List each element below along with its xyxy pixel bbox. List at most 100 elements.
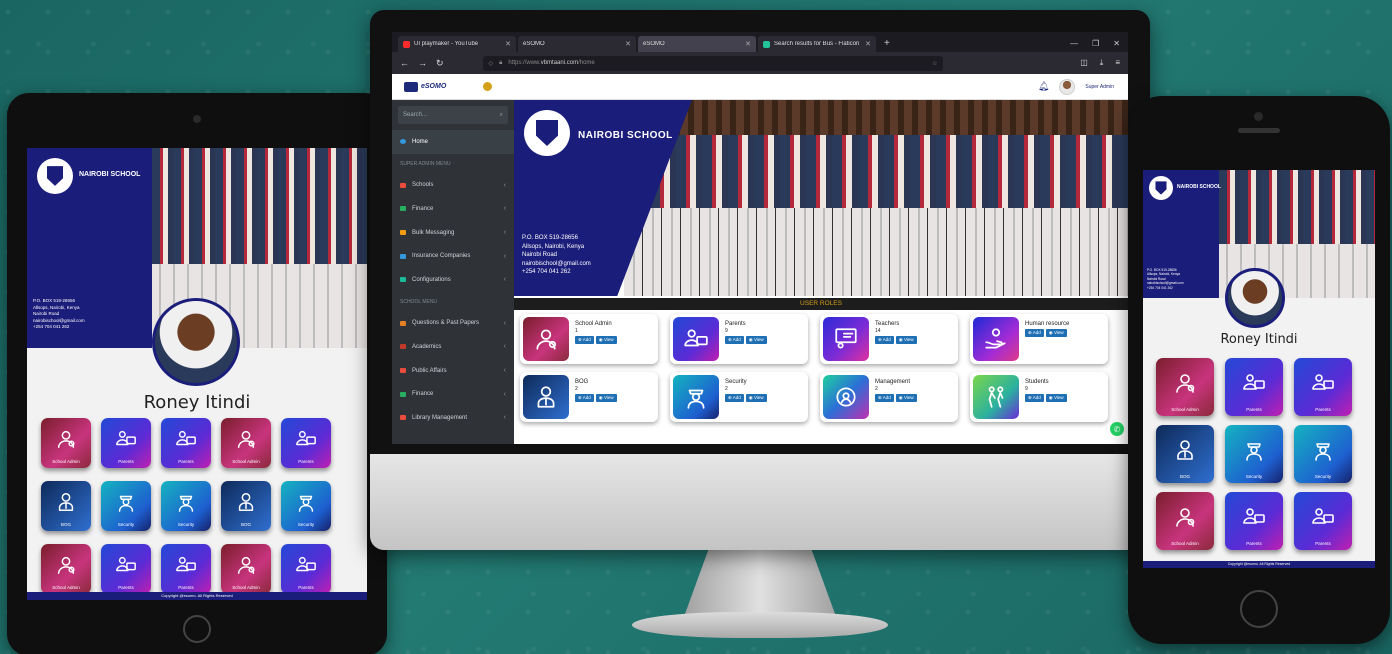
student-avatar[interactable] xyxy=(1225,268,1285,328)
role-tile-parents[interactable]: Parents xyxy=(101,544,151,594)
add-button[interactable]: ⊕ Add xyxy=(875,394,894,402)
sidebar-item-finance[interactable]: Finance ‹ xyxy=(392,197,514,221)
add-button[interactable]: ⊕ Add xyxy=(1025,329,1044,337)
add-button[interactable]: ⊕ Add xyxy=(725,336,744,344)
whatsapp-icon[interactable]: ✆ xyxy=(1110,422,1124,436)
add-button[interactable]: ⊕ Add xyxy=(575,336,594,344)
add-button[interactable]: ⊕ Add xyxy=(875,336,894,344)
role-tile-security[interactable]: Security xyxy=(101,481,151,531)
phone-home-button[interactable] xyxy=(1240,590,1278,628)
close-window-icon[interactable]: ✕ xyxy=(1113,36,1120,52)
role-tile-parents[interactable]: Parents xyxy=(1294,358,1352,416)
role-card-bog[interactable]: BOG 2 ⊕ Add ◉ View xyxy=(520,372,658,422)
view-button[interactable]: ◉ View xyxy=(595,394,617,402)
role-tile-security[interactable]: Security xyxy=(1225,425,1283,483)
chevron-left-icon: ‹ xyxy=(503,319,506,327)
reload-icon[interactable]: ↻ xyxy=(436,58,444,69)
role-tile-bog[interactable]: BOG xyxy=(221,481,271,531)
role-tile-parents[interactable]: Parents xyxy=(281,418,331,468)
user-avatar[interactable] xyxy=(1059,78,1076,95)
student-avatar[interactable] xyxy=(152,298,240,386)
download-icon[interactable]: ⤓ xyxy=(1100,58,1104,68)
tile-label: School Admin xyxy=(1171,407,1199,412)
role-card-parents[interactable]: Parents 9 ⊕ Add ◉ View xyxy=(670,314,808,364)
pocket-icon[interactable]: ◫ xyxy=(1080,58,1088,68)
sidebar-item-questions-past-papers[interactable]: Questions & Past Papers ‹ xyxy=(392,312,514,336)
role-card-school-admin[interactable]: School Admin 1 ⊕ Add ◉ View xyxy=(520,314,658,364)
role-tile-bog[interactable]: BOG xyxy=(41,481,91,531)
role-tile-parents[interactable]: Parents xyxy=(281,544,331,594)
school-contact: P.O. BOX 519-28656 Allsops, Nairobi, Ken… xyxy=(33,298,85,331)
sidebar-search-input[interactable]: Search... ⌕ xyxy=(398,106,508,124)
back-icon[interactable]: ← xyxy=(400,58,409,68)
sidebar-item-configurations[interactable]: Configurations ‹ xyxy=(392,268,514,292)
role-card-human-resource[interactable]: Human resource ⊕ Add ◉ View xyxy=(970,314,1108,364)
maximize-icon[interactable]: ❐ xyxy=(1092,36,1099,52)
sidebar-toggle-icon[interactable] xyxy=(483,82,493,91)
browser-tab-youtube[interactable]: UI playmaker - YouTube ✕ xyxy=(398,36,516,52)
minimize-icon[interactable]: — xyxy=(1070,36,1078,52)
browser-tab-esomo[interactable]: eSOMO ✕ xyxy=(518,36,636,52)
tablet-home-button[interactable] xyxy=(183,615,211,643)
address-bar[interactable]: ◇ 🔒︎ https://www.vbmtaani.com/home ☆ xyxy=(482,55,943,71)
role-tile-parents[interactable]: Parents xyxy=(1225,492,1283,550)
browser-tab-esomo-active[interactable]: eSOMO ✕ xyxy=(638,36,756,52)
role-info: Students 9 ⊕ Add ◉ View xyxy=(1025,375,1067,419)
new-tab-button[interactable]: + xyxy=(878,36,896,52)
role-card-teachers[interactable]: Teachers 14 ⊕ Add ◉ View xyxy=(820,314,958,364)
view-button[interactable]: ◉ View xyxy=(595,336,617,344)
role-tile-parents[interactable]: Parents xyxy=(161,544,211,594)
user-roles-grid: School Admin 1 ⊕ Add ◉ View Parents 9 ⊕ … xyxy=(514,314,1128,422)
browser-tab-flaticon[interactable]: Search results for Bus - Flaticon ✕ xyxy=(758,36,876,52)
close-tab-icon[interactable]: ✕ xyxy=(505,40,511,48)
role-tile-security[interactable]: Security xyxy=(1294,425,1352,483)
view-button[interactable]: ◉ View xyxy=(1045,394,1067,402)
view-button[interactable]: ◉ View xyxy=(1045,329,1067,337)
search-placeholder: Search... xyxy=(403,112,428,118)
bookmark-star-icon[interactable]: ☆ xyxy=(932,60,942,67)
add-button[interactable]: ⊕ Add xyxy=(725,394,744,402)
close-tab-icon[interactable]: ✕ xyxy=(745,40,751,48)
view-button[interactable]: ◉ View xyxy=(745,336,767,344)
view-button[interactable]: ◉ View xyxy=(895,336,917,344)
close-tab-icon[interactable]: ✕ xyxy=(865,40,871,48)
role-tile-parents[interactable]: Parents xyxy=(1225,358,1283,416)
add-button[interactable]: ⊕ Add xyxy=(575,394,594,402)
sidebar-item-bulk-messaging[interactable]: Bulk Messaging ‹ xyxy=(392,221,514,245)
role-tile-parents[interactable]: Parents xyxy=(101,418,151,468)
role-tile-school-admin[interactable]: School Admin xyxy=(221,418,271,468)
role-tile-security[interactable]: Security xyxy=(161,481,211,531)
role-card-students[interactable]: Students 9 ⊕ Add ◉ View xyxy=(970,372,1108,422)
role-card-security[interactable]: Security 2 ⊕ Add ◉ View xyxy=(670,372,808,422)
role-tile-school-admin[interactable]: School Admin xyxy=(221,544,271,594)
role-tile-school-admin[interactable]: School Admin xyxy=(1156,492,1214,550)
role-tile-school-admin[interactable]: School Admin xyxy=(41,544,91,594)
sidebar-item-academics[interactable]: Academics ‹ xyxy=(392,335,514,359)
sidebar-item-finance[interactable]: Finance ‹ xyxy=(392,382,514,406)
role-tile-parents[interactable]: Parents xyxy=(161,418,211,468)
view-button[interactable]: ◉ View xyxy=(895,394,917,402)
sidebar-item-insurance-companies[interactable]: Insurance Companies ‹ xyxy=(392,244,514,268)
role-tile-school-admin[interactable]: School Admin xyxy=(41,418,91,468)
role-tile-school-admin[interactable]: School Admin xyxy=(1156,358,1214,416)
app-logo[interactable]: eSOMO xyxy=(392,81,514,92)
role-tile-parents[interactable]: Parents xyxy=(1294,492,1352,550)
sidebar-item-library-management[interactable]: Library Management ‹ xyxy=(392,406,514,430)
view-button[interactable]: ◉ View xyxy=(745,394,767,402)
role-card-management[interactable]: Management 2 ⊕ Add ◉ View xyxy=(820,372,958,422)
notification-bell-icon[interactable]: 🔔︎ xyxy=(1038,81,1049,92)
sidebar-item-schools[interactable]: Schools ‹ xyxy=(392,174,514,198)
sidebar-item-public-affairs[interactable]: Public Affairs ‹ xyxy=(392,359,514,383)
forward-icon[interactable]: → xyxy=(418,58,427,68)
role-tile-bog[interactable]: BOG xyxy=(1156,425,1214,483)
window-controls: — ❐ ✕ xyxy=(1070,36,1128,52)
search-icon[interactable]: ⌕ xyxy=(500,112,503,119)
sidebar-item-home[interactable]: Home xyxy=(392,130,514,154)
menu-icon[interactable]: ≡ xyxy=(1115,58,1120,68)
user-name[interactable]: Super Admin xyxy=(1085,84,1114,90)
close-tab-icon[interactable]: ✕ xyxy=(625,40,631,48)
add-button[interactable]: ⊕ Add xyxy=(1025,394,1044,402)
role-tile-security[interactable]: Security xyxy=(281,481,331,531)
school-hero-banner: NAIROBI SCHOOL P.O. BOX 519-28656 Allsop… xyxy=(514,100,1128,296)
menu-square-icon xyxy=(400,368,406,374)
